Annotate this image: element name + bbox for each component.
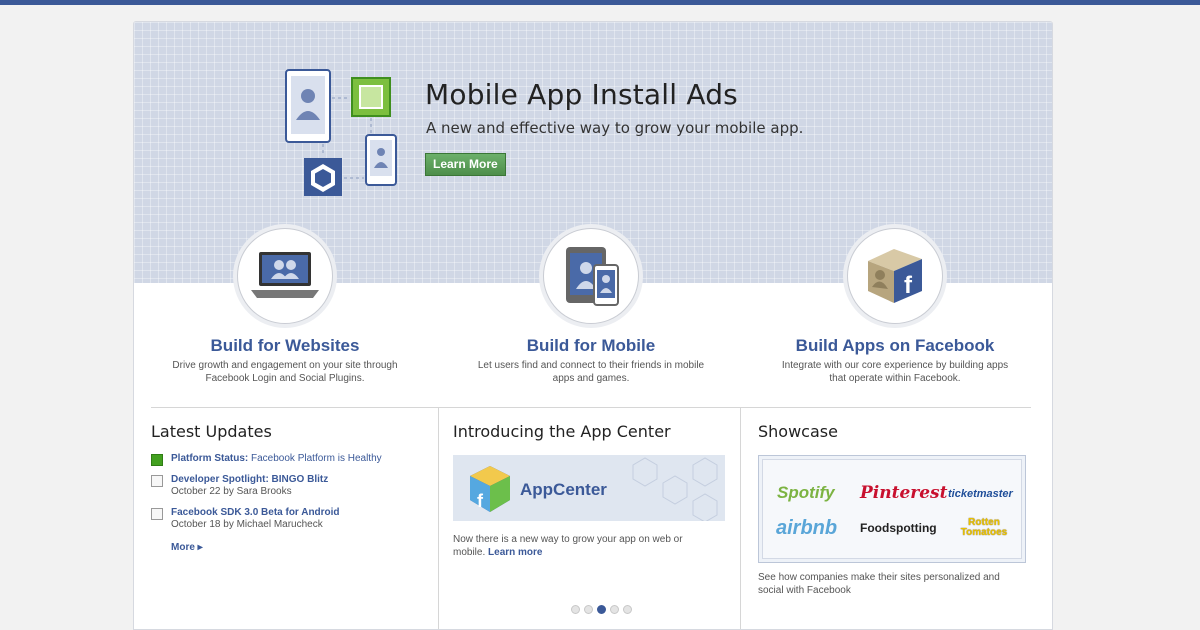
carousel-dot[interactable] [610, 605, 619, 614]
top-bar [0, 0, 1200, 5]
showcase-title: Showcase [758, 422, 838, 441]
carousel-dot[interactable] [584, 605, 593, 614]
feature-desc: Integrate with our core experience by bu… [781, 360, 1009, 384]
showcase-desc: See how companies make their sites perso… [758, 572, 1000, 596]
showcase: Showcase Spotify Pinterest ticketmaster … [758, 408, 1038, 628]
list-item[interactable]: Developer Spotlight: BINGO Blitz October… [151, 474, 431, 497]
document-icon [151, 475, 163, 487]
app-center-banner-text: AppCenter [520, 480, 607, 499]
app-center-title: Introducing the App Center [453, 422, 671, 441]
carousel-dots [571, 605, 632, 614]
document-icon [151, 508, 163, 520]
feature-websites[interactable]: Build for Websites Drive growth and enga… [140, 228, 430, 385]
showcase-logos[interactable]: Spotify Pinterest ticketmaster airbnb Fo… [758, 455, 1026, 563]
update-value[interactable]: Facebook Platform is Healthy [251, 453, 382, 464]
latest-updates-title: Latest Updates [151, 422, 272, 441]
facebook-box-icon: f [847, 228, 943, 324]
app-center-banner[interactable]: f AppCenter [453, 455, 725, 521]
learn-more-link[interactable]: Learn more [488, 547, 542, 558]
pinterest-logo: Pinterest [860, 483, 948, 503]
more-link[interactable]: More ▸ [151, 542, 431, 553]
status-green-icon [151, 454, 163, 466]
feature-title[interactable]: Build Apps on Facebook [750, 336, 1040, 356]
feature-title[interactable]: Build for Websites [140, 336, 430, 356]
app-center-desc: Now there is a new way to grow your app … [453, 533, 713, 559]
column-divider [438, 408, 439, 629]
introducing-app-center: Introducing the App Center f AppCenter N… [453, 408, 733, 628]
app-center-icon: f [470, 466, 510, 512]
mobile-icon [543, 228, 639, 324]
feature-apps[interactable]: f Build Apps on Facebook Integrate with … [750, 228, 1040, 385]
update-date: October 22 by [171, 486, 237, 497]
hero-title: Mobile App Install Ads [425, 78, 738, 111]
feature-desc: Drive growth and engagement on your site… [172, 360, 398, 384]
column-divider [740, 408, 741, 629]
update-label[interactable]: Platform Status: [171, 453, 248, 464]
list-item[interactable]: Facebook SDK 3.0 Beta for Android Octobe… [151, 507, 431, 530]
mobile-ads-illustration-icon [285, 69, 397, 196]
update-author[interactable]: Sara Brooks [237, 486, 292, 497]
feature-title[interactable]: Build for Mobile [446, 336, 736, 356]
svg-text:f: f [477, 491, 484, 511]
update-label[interactable]: Developer Spotlight: BINGO Blitz [171, 474, 431, 485]
list-item[interactable]: Platform Status: Facebook Platform is He… [151, 453, 431, 466]
update-label[interactable]: Facebook SDK 3.0 Beta for Android [171, 507, 431, 518]
hero-subtitle: A new and effective way to grow your mob… [426, 119, 804, 137]
feature-desc: Let users find and connect to their frie… [477, 360, 705, 384]
developers-page: Mobile App Install Ads A new and effecti… [133, 21, 1053, 630]
ticketmaster-logo: ticketmaster [948, 488, 1013, 500]
carousel-dot[interactable] [571, 605, 580, 614]
spotify-logo: Spotify [777, 483, 835, 502]
foodspotting-logo: Foodspotting [860, 521, 937, 535]
rotten-tomatoes-logo: Rotten Tomatoes [960, 517, 1008, 538]
airbnb-logo: airbnb [776, 517, 838, 539]
cube-pattern-icon [632, 457, 718, 521]
update-date: October 18 by [171, 519, 237, 530]
update-author[interactable]: Michael Marucheck [237, 519, 323, 530]
carousel-dot-active[interactable] [597, 605, 606, 614]
svg-text:f: f [904, 272, 913, 299]
learn-more-button[interactable]: Learn More [425, 153, 506, 176]
carousel-dot[interactable] [623, 605, 632, 614]
websites-icon [237, 228, 333, 324]
feature-mobile[interactable]: Build for Mobile Let users find and conn… [446, 228, 736, 385]
latest-updates: Latest Updates Platform Status: Facebook… [151, 408, 431, 628]
